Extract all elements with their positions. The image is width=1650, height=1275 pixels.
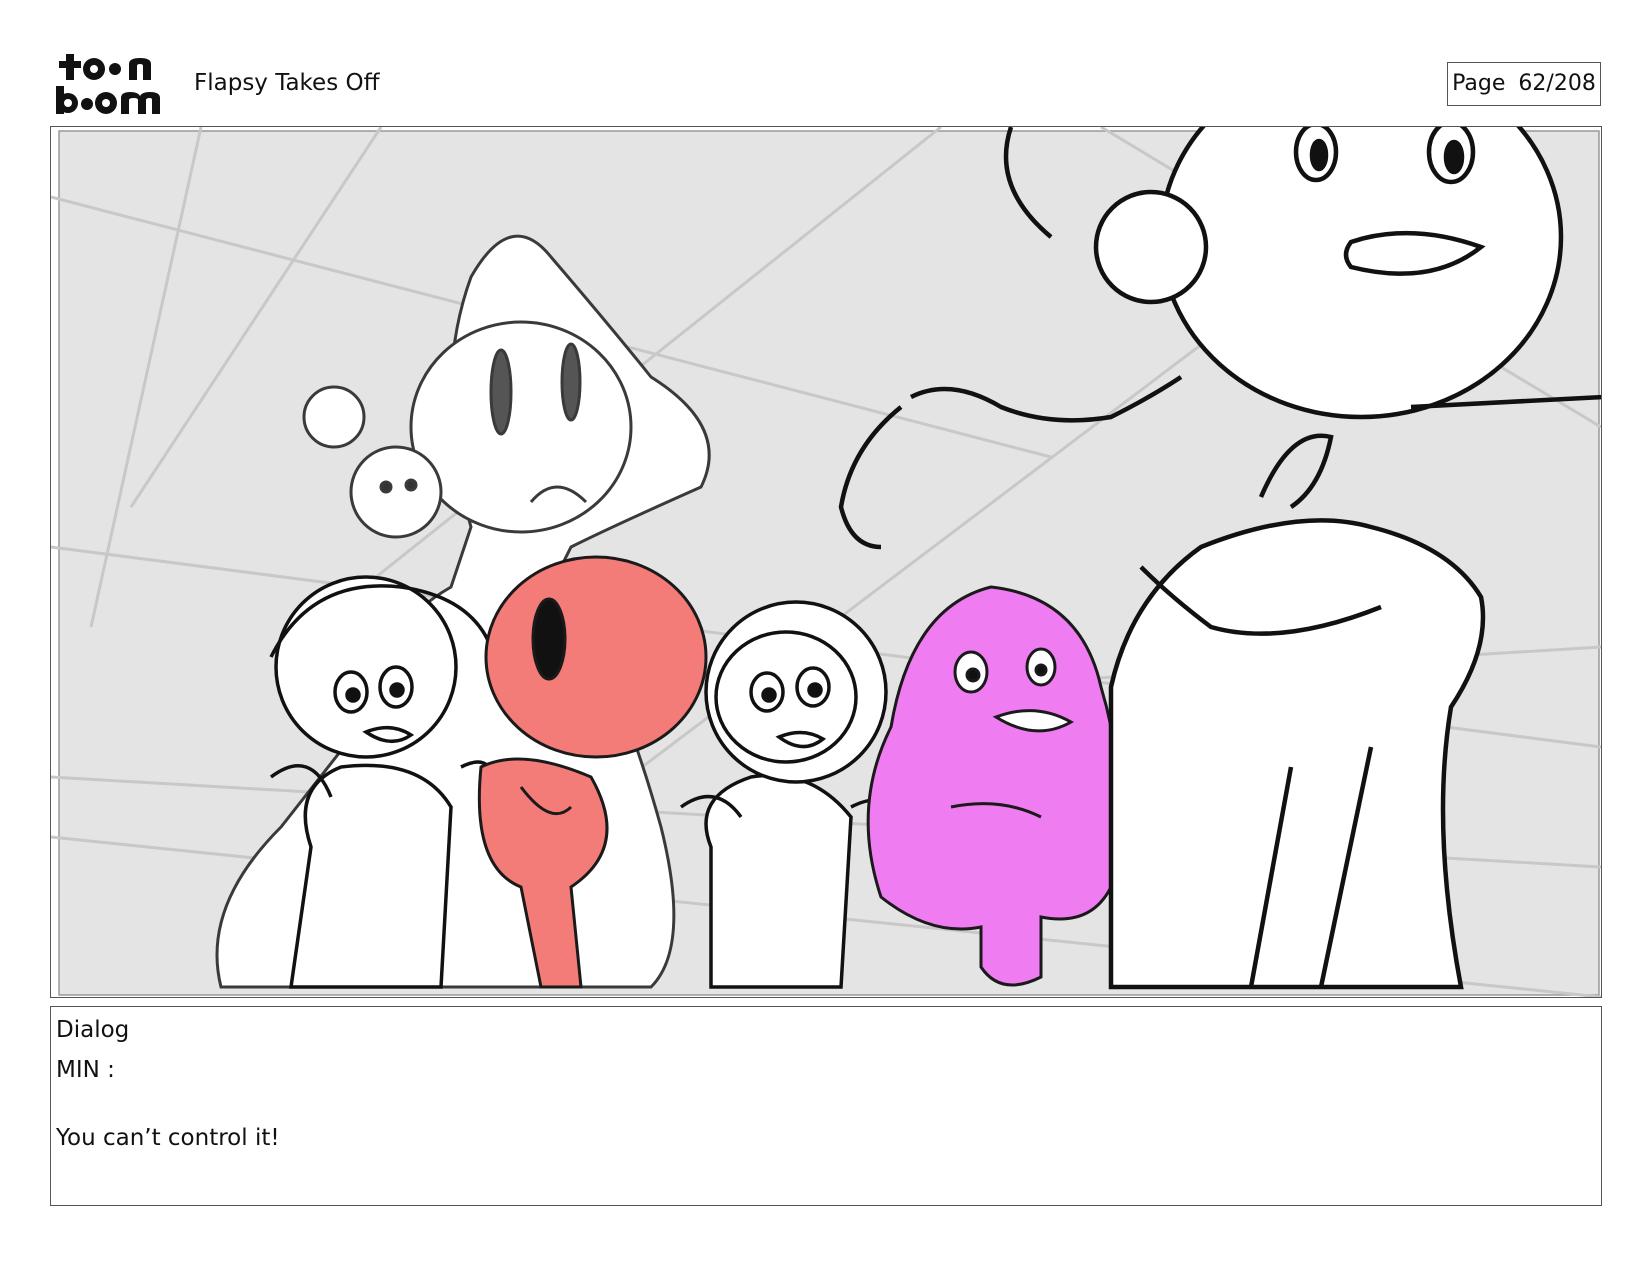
toon-boom-logo <box>54 52 170 116</box>
dialog-box: Dialog MIN : You can’t control it! <box>50 1006 1602 1206</box>
storyboard-panel <box>50 126 1602 998</box>
dialog-line: You can’t control it! <box>56 1125 280 1151</box>
page-indicator: Page 62/208 <box>1447 62 1601 106</box>
project-title: Flapsy Takes Off <box>194 70 380 96</box>
page-number: 62/208 <box>1518 71 1596 96</box>
dialog-heading: Dialog <box>56 1017 130 1043</box>
dialog-speaker: MIN : <box>56 1057 115 1083</box>
page-label: Page <box>1452 71 1506 96</box>
panel-drawing <box>51 127 1601 997</box>
